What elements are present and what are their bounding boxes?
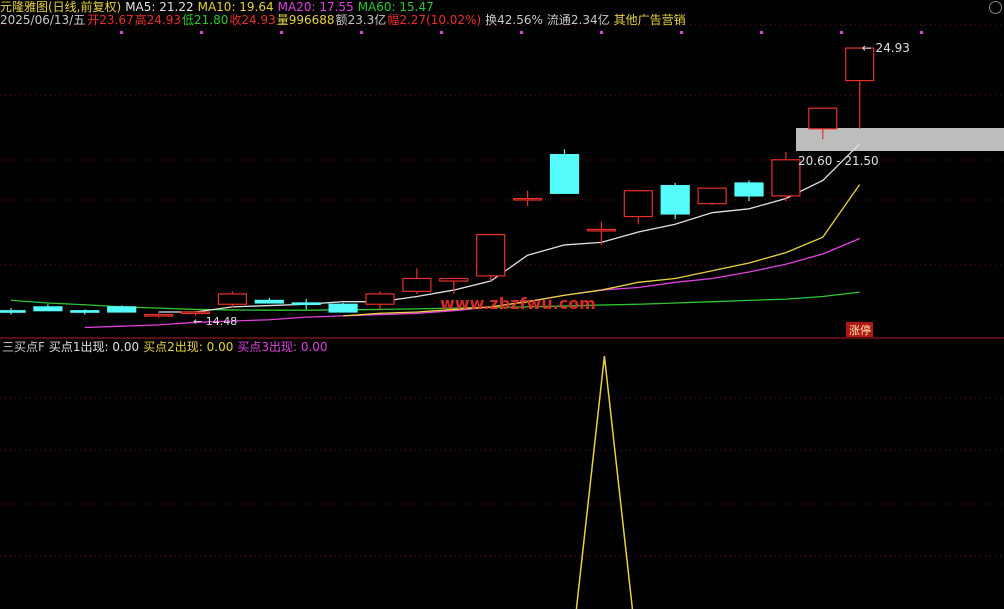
candle-body <box>660 184 690 215</box>
high-value: 24.93 <box>146 13 181 27</box>
grid-dot <box>360 31 363 34</box>
header-row-1: 元隆雅图(日线,前复权) MA5: 21.22 MA10: 19.64 MA20: 1… <box>0 0 438 14</box>
ma20-readout: MA20: 17.55 <box>277 0 354 14</box>
float-readout: 流通2.34亿 <box>546 13 610 27</box>
close-value: 24.93 <box>241 13 276 27</box>
candle-body <box>439 277 469 282</box>
close-label: 收 <box>229 13 242 27</box>
ma60-readout: MA60: 15.47 <box>357 0 434 14</box>
sector-link[interactable]: 其他广告营销 <box>614 13 686 27</box>
stock-chart: ← 24.93 ← 14.48 20.60 - 21.50 www.zbzfwu.co… <box>0 24 1004 609</box>
limit-tag: 涨停 <box>849 323 871 337</box>
change-label: 幅 <box>387 13 400 27</box>
change-value: 2.27(10.02%) <box>399 13 482 27</box>
candle-body <box>328 303 358 313</box>
ma5-line <box>158 143 861 313</box>
range-label: 20.60 - 21.50 <box>798 154 879 168</box>
candle-body <box>549 154 580 194</box>
ma5-readout: MA5: 21.22 <box>125 0 194 14</box>
candle-body <box>697 187 727 205</box>
indicator-name[interactable]: 三买点F <box>2 340 45 354</box>
candle-body <box>365 293 395 305</box>
open-value: 23.67 <box>99 13 134 27</box>
candle-body <box>291 302 321 306</box>
volume-label: 量 <box>276 13 289 27</box>
candle-body <box>0 310 26 313</box>
buy-point-2-spike <box>575 355 634 609</box>
high-price-label: ← 24.93 <box>862 41 910 55</box>
candle-body <box>254 299 284 304</box>
grid-dot <box>600 31 603 34</box>
candle-body <box>33 306 63 312</box>
candle-body <box>402 277 432 292</box>
low-price-label: ← 14.48 <box>193 315 237 328</box>
grid-dot <box>920 31 923 34</box>
buy-point-3-readout: 买点3出现: 0.00 <box>237 340 328 354</box>
range-highlight <box>796 128 1004 151</box>
grid-dot <box>840 31 843 34</box>
buy-point-2-readout: 买点2出现: 0.00 <box>143 340 234 354</box>
ma10-readout: MA10: 19.64 <box>197 0 274 14</box>
turnover-readout: 换42.56% <box>485 13 543 27</box>
buy-point-1-readout: 买点1出现: 0.00 <box>48 340 140 354</box>
candle-body <box>107 306 137 313</box>
grid-dot <box>120 31 123 34</box>
candle-body <box>808 107 838 130</box>
stock-title: 元隆雅图(日线,前复权) <box>0 0 122 14</box>
close-icon[interactable] <box>989 1 1002 14</box>
header-row-2: 2025/06/13/五 开23.67高24.93低21.80收24.93量996… <box>0 13 690 27</box>
candle-body <box>734 182 764 197</box>
candle-body <box>144 313 174 317</box>
candle-body <box>180 311 211 315</box>
low-label: 低 <box>181 13 194 27</box>
low-value: 21.80 <box>193 13 229 27</box>
candle-body <box>771 159 801 197</box>
ma60-line <box>10 291 860 311</box>
candle-body <box>623 190 653 218</box>
grid-dot <box>760 31 763 34</box>
watermark: www.zbzfwu.com <box>440 294 596 313</box>
volume-value: 996688 <box>288 13 335 27</box>
grid-dot <box>680 31 683 34</box>
candle-body <box>586 228 617 232</box>
open-label: 开 <box>87 13 100 27</box>
grid-dot <box>520 31 523 34</box>
date-readout: 2025/06/13/五 <box>0 13 86 27</box>
grid-dot <box>280 31 283 34</box>
high-label: 高 <box>134 13 147 27</box>
amount-label: 额 <box>335 13 348 27</box>
grid-dot <box>200 31 203 34</box>
candle-body <box>217 293 247 305</box>
indicator-legend: 三买点F 买点1出现: 0.00 买点2出现: 0.00 买点3出现: 0.00 <box>2 340 332 354</box>
candle-body <box>476 234 506 277</box>
candle-body <box>70 310 100 313</box>
grid-dot <box>440 31 443 34</box>
candle-body <box>512 197 543 201</box>
amount-value: 23.3亿 <box>347 13 387 27</box>
